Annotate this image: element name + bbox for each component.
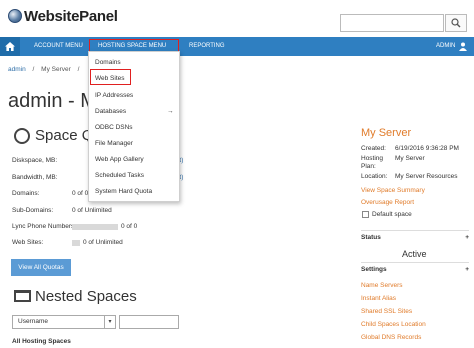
- view-all-quotas-button[interactable]: View All Quotas: [11, 259, 71, 276]
- logo[interactable]: WebsitePanel: [8, 6, 118, 26]
- settings-link-shared-ssl[interactable]: Shared SSL Sites: [361, 308, 412, 315]
- breadcrumb-separator: /: [77, 66, 80, 73]
- chevron-down-icon: ▾: [104, 316, 115, 328]
- status-section-label: Status: [361, 234, 381, 241]
- search-input[interactable]: [340, 14, 444, 32]
- breadcrumb-item-admin[interactable]: admin: [8, 66, 26, 73]
- breadcrumb-separator: /: [32, 66, 35, 73]
- nested-spaces-title: Nested Spaces: [35, 288, 137, 305]
- created-value: 6/19/2016 9:36:28 PM: [395, 145, 459, 152]
- logo-text: WebsitePanel: [24, 7, 118, 25]
- submenu-arrow-icon: →: [167, 108, 174, 115]
- server-panel-title: My Server: [361, 127, 412, 139]
- quota-label-diskspace: Diskspace, MB:: [12, 157, 58, 164]
- view-space-summary-link[interactable]: View Space Summary: [361, 187, 425, 194]
- quota-value-domains: 0 of 0: [72, 190, 89, 197]
- search-icon: [451, 18, 461, 28]
- filter-field-select[interactable]: Username ▾: [12, 315, 116, 329]
- reporting-link[interactable]: REPORTING: [189, 37, 225, 56]
- menu-item-odbc-dsns[interactable]: ODBC DSNs: [95, 124, 133, 131]
- location-label: Location:: [361, 173, 388, 180]
- dashboard-gauge-icon: [14, 128, 30, 144]
- expand-plus-icon[interactable]: +: [465, 266, 469, 273]
- expand-plus-icon[interactable]: +: [465, 234, 469, 241]
- default-space-label: Default space: [372, 211, 412, 218]
- plan-label-line1: Hosting: [361, 155, 384, 162]
- menu-item-databases[interactable]: Databases: [95, 108, 126, 115]
- quota-usage-bar: [72, 224, 118, 230]
- quota-label-websites: Web Sites:: [12, 239, 44, 246]
- default-space-checkbox[interactable]: [362, 211, 369, 218]
- menu-item-web-app-gallery[interactable]: Web App Gallery: [95, 156, 144, 163]
- search-button[interactable]: [445, 14, 467, 32]
- quota-label-domains: Domains:: [12, 190, 40, 197]
- plan-value[interactable]: My Server: [395, 155, 425, 162]
- overusage-report-link[interactable]: Overusage Report: [361, 199, 414, 206]
- divider: [361, 230, 469, 231]
- globe-logo-icon: [8, 9, 22, 23]
- all-hosting-spaces-header: All Hosting Spaces: [12, 338, 71, 345]
- breadcrumb-item-server[interactable]: My Server: [41, 66, 71, 73]
- quota-value-websites: 0 of Unlimited: [83, 239, 123, 246]
- filter-input[interactable]: [119, 315, 179, 329]
- main-nav-bar: ACCOUNT MENU HOSTING SPACE MENU REPORTIN…: [0, 37, 474, 56]
- user-menu[interactable]: ADMIN: [436, 37, 455, 56]
- quota-value-subdomains: 0 of Unlimited: [72, 207, 112, 214]
- user-icon[interactable]: [459, 37, 467, 56]
- location-value: My Server Resources: [395, 173, 458, 180]
- quota-label-subdomains: Sub-Domains:: [12, 207, 54, 214]
- menu-item-ip-addresses[interactable]: IP Addresses: [95, 92, 133, 99]
- folder-tray-icon: [14, 290, 31, 302]
- menu-item-file-manager[interactable]: File Manager: [95, 140, 133, 147]
- plan-label-line2: Plan:: [361, 163, 376, 170]
- settings-section-label: Settings: [361, 266, 387, 273]
- menu-item-domains[interactable]: Domains: [95, 59, 121, 66]
- created-label: Created:: [361, 145, 386, 152]
- settings-link-name-servers[interactable]: Name Servers: [361, 282, 403, 289]
- status-section-header[interactable]: Status +: [361, 234, 469, 241]
- quota-usage-bar: [72, 240, 80, 246]
- status-value: Active: [402, 249, 427, 259]
- filter-field-value: Username: [18, 318, 48, 325]
- settings-section-header[interactable]: Settings +: [361, 266, 469, 273]
- quota-label-lync: Lync Phone Numbers:: [12, 223, 77, 230]
- account-menu-link[interactable]: ACCOUNT MENU: [34, 37, 83, 56]
- web-sites-highlight: [90, 69, 131, 85]
- divider: [361, 262, 469, 263]
- menu-item-system-hard-quota[interactable]: System Hard Quota: [95, 188, 152, 195]
- home-icon: [5, 42, 15, 51]
- quota-value-lync: 0 of 0: [121, 223, 138, 230]
- settings-link-child-spaces[interactable]: Child Spaces Location: [361, 321, 426, 328]
- quota-label-bandwidth: Bandwidth, MB:: [12, 174, 58, 181]
- settings-link-global-dns[interactable]: Global DNS Records: [361, 334, 421, 341]
- menu-item-scheduled-tasks[interactable]: Scheduled Tasks: [95, 172, 144, 179]
- settings-link-instant-alias[interactable]: Instant Alias: [361, 295, 396, 302]
- home-button[interactable]: [0, 37, 20, 56]
